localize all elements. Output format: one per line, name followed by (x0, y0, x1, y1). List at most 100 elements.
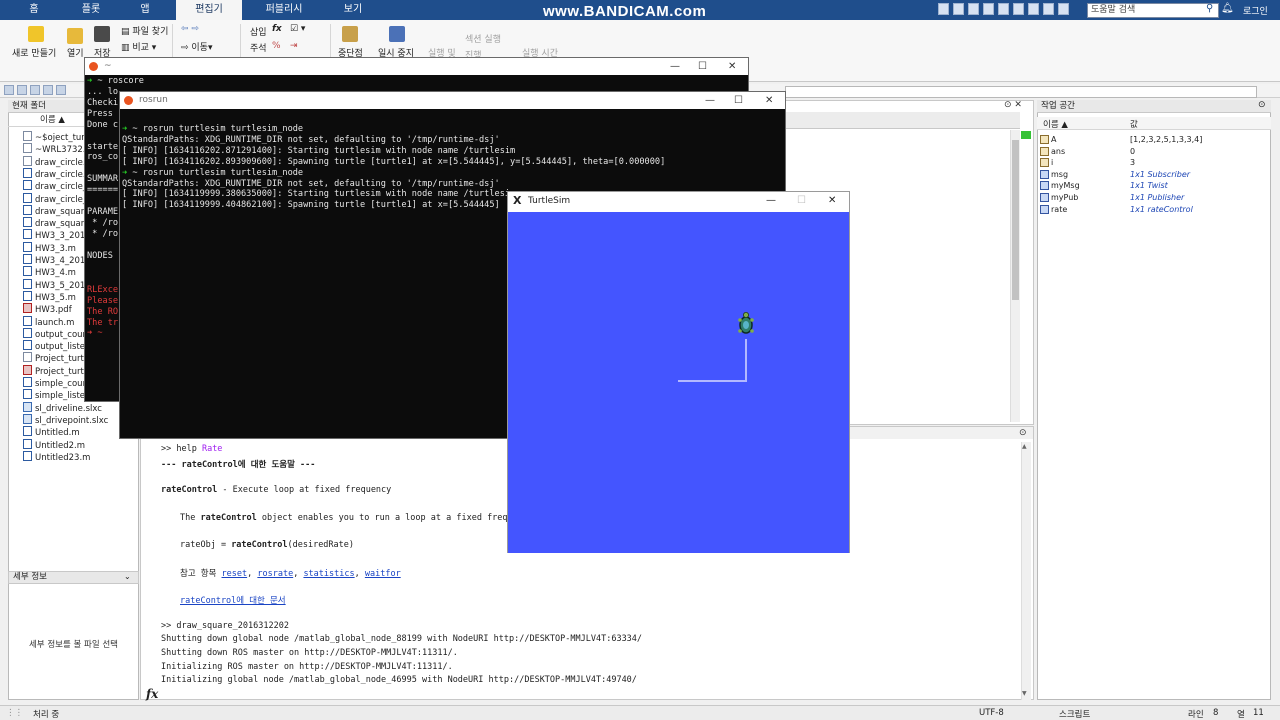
compare-label: 비교 (132, 43, 149, 53)
command-window-menu-icon[interactable]: ⊙ (1019, 428, 1027, 438)
maximize-icon[interactable]: ☐ (734, 92, 743, 109)
maximize-icon[interactable]: ☐ (797, 195, 806, 206)
new-button[interactable]: 새로 만들기 (12, 46, 56, 59)
workspace-variable-row[interactable]: myPub 1x1 Publisher (1040, 192, 1270, 203)
copy-icon[interactable] (968, 3, 979, 15)
terminal-title-bar[interactable]: ~ (85, 58, 748, 75)
link-statistics[interactable]: statistics (303, 569, 354, 579)
run-section-button[interactable]: 섹션 실행 (465, 32, 501, 45)
link-rate-control-docs[interactable]: rateControl에 대한 문서 (180, 594, 286, 606)
terminal-command-line: ➜ ~ rosrun turtlesim turtlesim_node (122, 168, 303, 178)
save-icon[interactable] (938, 3, 949, 15)
new-plus-icon[interactable] (28, 26, 44, 42)
bandicam-watermark: www.BANDICAM.com (543, 3, 707, 20)
find-files-button[interactable]: ▤ 파일 찾기 (121, 24, 168, 37)
percent-icon[interactable]: % (272, 41, 281, 51)
current-folder-path-field[interactable] (785, 86, 1257, 98)
file-name: Project_turtle (35, 366, 92, 377)
tab-view[interactable]: 보기 (326, 0, 380, 20)
go-label: 이동 (191, 43, 208, 53)
scroll-up-icon[interactable]: ▲ (1022, 443, 1027, 450)
back-icon[interactable] (4, 85, 14, 95)
back-forward-arrows-icon[interactable]: ⇦ ⇨ (181, 24, 199, 34)
workspace-variable-row[interactable]: ans 0 (1040, 146, 1270, 157)
login-link[interactable]: 로그인 (1243, 4, 1268, 17)
close-icon[interactable]: ✕ (728, 58, 736, 75)
see-also-label: 참고 항목 (180, 569, 222, 579)
minimize-icon[interactable]: — (670, 58, 680, 75)
help-search-input[interactable]: 도움말 검색 (1087, 3, 1219, 18)
tab-home[interactable]: 홈 (0, 0, 68, 20)
breakpoint-icon[interactable] (342, 26, 358, 42)
compare-button[interactable]: ▥ 비교 ▾ (121, 40, 156, 53)
tab-editor[interactable]: 편집기 (176, 0, 242, 20)
details-panel-title: 세부 정보 (8, 571, 139, 584)
format-icon[interactable]: ☑ ▾ (290, 24, 305, 34)
fx-icon[interactable]: fx (272, 24, 282, 34)
column-header-value[interactable]: 값 (1130, 118, 1138, 130)
editor-panel-controls[interactable]: ⊙ ✕ (1004, 100, 1022, 110)
workspace-variable-row[interactable]: i3 (1040, 157, 1270, 168)
scroll-down-icon[interactable]: ▼ (1022, 690, 1027, 697)
editor-scroll-thumb[interactable] (1012, 140, 1019, 300)
workspace-variable-row[interactable]: myMsg 1x1 Twist (1040, 180, 1270, 191)
cmd-output-line: Shutting down global node /matlab_global… (161, 634, 643, 644)
open-folder-icon[interactable] (67, 28, 83, 44)
search-icon[interactable]: ⚲ (1206, 3, 1213, 14)
terminal-output-line: ====== (87, 185, 119, 196)
dropdown-icon[interactable] (1058, 3, 1069, 15)
numeric-variable-icon (1040, 158, 1049, 168)
terminal-output-line: [ INFO] [1634119999.404862100]: Spawning… (122, 200, 500, 211)
workspace-variable-row[interactable]: rate 1x1 rateControl (1040, 204, 1270, 215)
m-file-icon (23, 450, 32, 461)
browse-icon[interactable] (56, 85, 66, 95)
undo-icon[interactable] (998, 3, 1009, 15)
file-name: HW3_3.m (35, 243, 76, 254)
file-list-item[interactable]: Untitled2.m (23, 438, 139, 451)
minimize-icon[interactable]: — (766, 195, 776, 206)
column-header-name[interactable]: 이름 ▲ (1043, 118, 1068, 130)
workspace-menu-icon[interactable]: ⊙ (1258, 100, 1266, 110)
chevron-down-icon[interactable]: ⌄ (124, 572, 131, 581)
maximize-icon[interactable]: ☐ (698, 58, 707, 75)
paste-icon[interactable] (983, 3, 994, 15)
help-icon[interactable] (1043, 3, 1054, 15)
terminal-title-bar[interactable]: rosrun (120, 92, 785, 109)
workspace-variable-row[interactable]: A [1,2,3,2,5,1,3,3,4] (1040, 134, 1270, 145)
fx-prompt-icon[interactable]: fx (146, 687, 158, 701)
m-file-icon (23, 180, 32, 191)
tab-apps[interactable]: 앱 (114, 0, 176, 20)
forward-icon[interactable] (17, 85, 27, 95)
tab-plots[interactable]: 플롯 (68, 0, 114, 20)
close-icon[interactable]: ✕ (828, 195, 836, 206)
save-disk-icon[interactable] (94, 26, 110, 42)
indent-icon[interactable]: ⇥ (290, 41, 298, 51)
up-folder-icon[interactable] (30, 85, 40, 95)
switch-windows-icon[interactable] (1028, 3, 1039, 15)
terminal-output-line: [ INFO] [1634116202.893909600]: Spawning… (122, 156, 666, 167)
link-waitfor[interactable]: waitfor (365, 569, 401, 579)
file-list-item[interactable]: Untitled23.m (23, 450, 139, 463)
minimize-icon[interactable]: — (705, 92, 715, 109)
pause-icon[interactable] (389, 26, 405, 42)
command-text: ~ rosrun turtlesim turtlesim_node (127, 124, 304, 134)
cut-icon[interactable] (953, 3, 964, 15)
insert-button[interactable]: 삽입 (250, 25, 267, 38)
terminal-output-line: ros_co (87, 152, 119, 163)
command-window-scrollbar[interactable] (1021, 442, 1031, 700)
folder-icon[interactable] (43, 85, 53, 95)
tab-publish[interactable]: 퍼블리시 (242, 0, 326, 20)
m-file-icon (23, 192, 32, 203)
open-button[interactable]: 열기 (67, 46, 84, 59)
link-rosrate[interactable]: rosrate (257, 569, 293, 579)
redo-icon[interactable] (1013, 3, 1024, 15)
quick-access-toolbar[interactable] (938, 3, 1084, 17)
turtlesim-canvas[interactable] (508, 212, 849, 553)
workspace-variable-row[interactable]: msg 1x1 Subscriber (1040, 169, 1270, 180)
notification-bell-icon[interactable]: 🔔︎ (1221, 3, 1234, 14)
close-icon[interactable]: ✕ (765, 92, 773, 109)
link-reset[interactable]: reset (222, 569, 248, 579)
comment-button[interactable]: 주석 (250, 41, 267, 54)
desc-bold: rateControl (200, 513, 257, 523)
go-button[interactable]: ⇨ 이동▾ (181, 40, 213, 53)
